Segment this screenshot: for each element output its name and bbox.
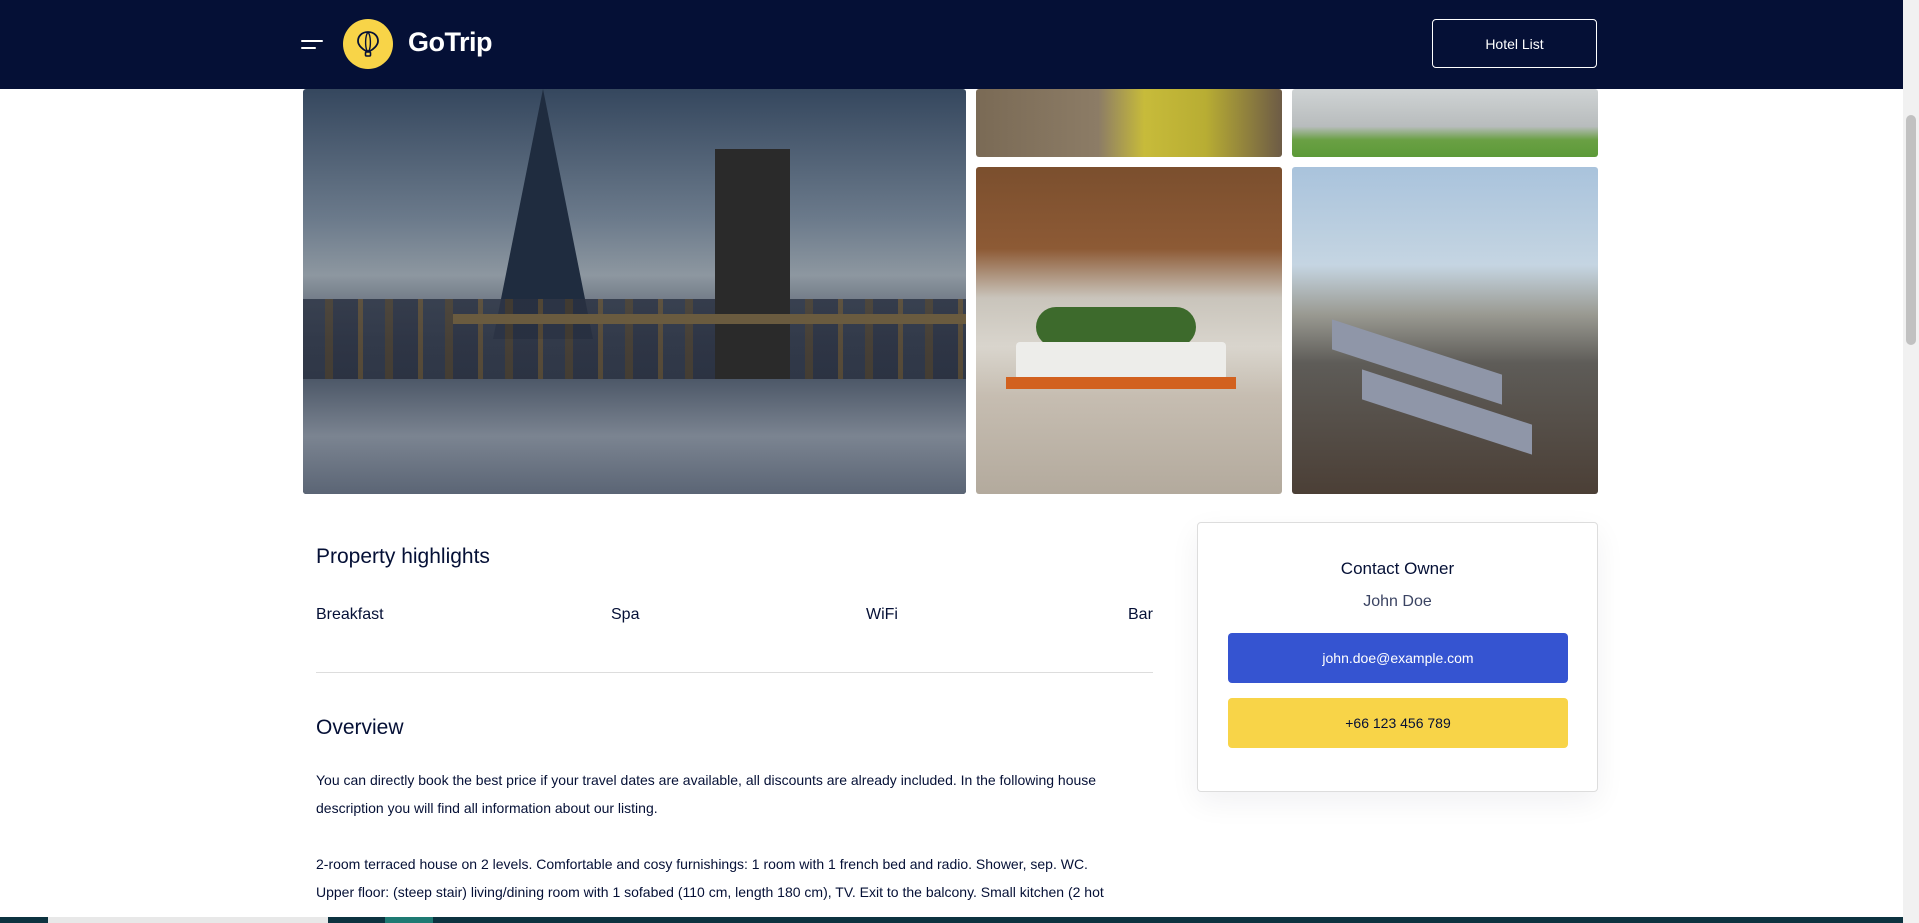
gallery-image-main[interactable] bbox=[303, 89, 966, 494]
highlights-heading: Property highlights bbox=[316, 545, 490, 568]
site-header: GoTrip Hotel List bbox=[0, 0, 1903, 89]
contact-title: Contact Owner bbox=[1340, 559, 1455, 578]
section-divider bbox=[316, 672, 1153, 673]
highlight-item: Spa bbox=[611, 606, 640, 623]
scrollbar-thumb[interactable] bbox=[1906, 115, 1916, 345]
overview-paragraph: 2-room terraced house on 2 levels. Comfo… bbox=[316, 850, 1156, 906]
gallery-image-bedroom[interactable] bbox=[976, 89, 1282, 157]
owner-name: John Doe bbox=[1363, 593, 1432, 610]
overview-line: Upper floor: (steep stair) living/dining… bbox=[316, 884, 1104, 900]
bottom-strip bbox=[0, 917, 1903, 923]
hotel-list-button[interactable]: Hotel List bbox=[1432, 19, 1597, 68]
overview-heading: Overview bbox=[316, 716, 404, 739]
brand-name[interactable]: GoTrip bbox=[408, 27, 493, 58]
gallery-image-exterior[interactable] bbox=[1292, 89, 1598, 157]
gallery-image-terrace[interactable] bbox=[1292, 167, 1598, 494]
overview-line: 2-room terraced house on 2 levels. Comfo… bbox=[316, 856, 1088, 872]
overview-line: You can directly book the best price if … bbox=[316, 772, 1097, 788]
highlight-item: Breakfast bbox=[316, 606, 384, 623]
overview-line: description you will find all informatio… bbox=[316, 800, 658, 816]
hamburger-icon[interactable] bbox=[301, 36, 323, 52]
overview-paragraph: You can directly book the best price if … bbox=[316, 766, 1156, 822]
logo-balloon-icon[interactable] bbox=[343, 19, 393, 69]
gallery-image-lounge[interactable] bbox=[976, 167, 1282, 494]
contact-owner-card: Contact Owner John Doe john.doe@example.… bbox=[1197, 522, 1598, 792]
highlight-item: Bar bbox=[1128, 606, 1153, 623]
highlight-item: WiFi bbox=[866, 606, 898, 623]
email-button[interactable]: john.doe@example.com bbox=[1228, 633, 1568, 683]
phone-button[interactable]: +66 123 456 789 bbox=[1228, 698, 1568, 748]
